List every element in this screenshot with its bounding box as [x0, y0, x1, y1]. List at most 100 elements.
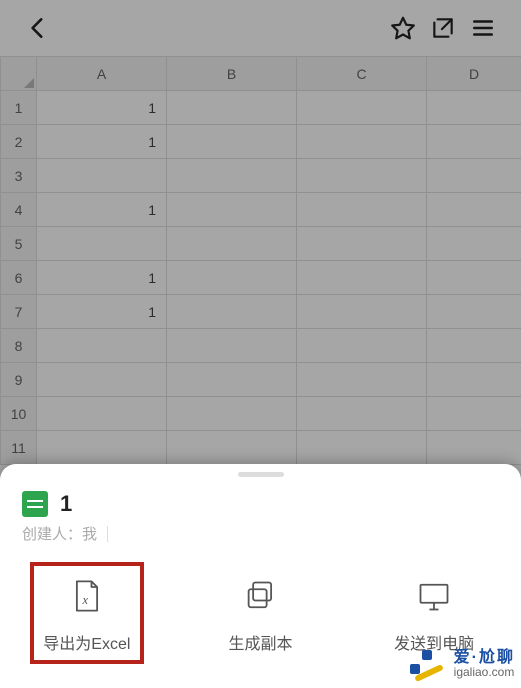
table-row: 21	[1, 125, 521, 159]
row-header[interactable]: 6	[1, 261, 37, 295]
col-header-A[interactable]: A	[37, 57, 167, 91]
table-row: 10	[1, 397, 521, 431]
cell[interactable]	[167, 227, 297, 261]
cell[interactable]	[37, 363, 167, 397]
row-header[interactable]: 8	[1, 329, 37, 363]
action-label: 发送到电脑	[394, 630, 474, 654]
row-header[interactable]: 2	[1, 125, 37, 159]
table-row: 41	[1, 193, 521, 227]
select-all-corner[interactable]	[1, 57, 37, 91]
cell[interactable]	[297, 227, 427, 261]
duplicate-icon	[243, 578, 279, 614]
favorite-button[interactable]	[383, 8, 423, 48]
cell[interactable]	[427, 295, 521, 329]
cell[interactable]	[427, 91, 521, 125]
export-excel-button[interactable]: x 导出为Excel	[0, 576, 174, 654]
table-row: 11	[1, 431, 521, 465]
sheet-grabber[interactable]	[238, 472, 284, 477]
table-row: 5	[1, 227, 521, 261]
cell[interactable]	[297, 295, 427, 329]
cell[interactable]	[167, 193, 297, 227]
table-row: 8	[1, 329, 521, 363]
table-row: 71	[1, 295, 521, 329]
cell[interactable]	[167, 329, 297, 363]
cell[interactable]: 1	[37, 193, 167, 227]
cell[interactable]	[427, 261, 521, 295]
cell[interactable]	[167, 159, 297, 193]
cell[interactable]	[167, 125, 297, 159]
cell[interactable]	[37, 227, 167, 261]
col-header-B[interactable]: B	[167, 57, 297, 91]
cell[interactable]	[167, 397, 297, 431]
svg-text:x: x	[81, 593, 88, 607]
row-header[interactable]: 3	[1, 159, 37, 193]
file-title: 1	[60, 491, 72, 517]
cell[interactable]	[167, 261, 297, 295]
cell[interactable]	[297, 125, 427, 159]
table-row: 3	[1, 159, 521, 193]
cell[interactable]	[37, 431, 167, 465]
cell[interactable]	[167, 295, 297, 329]
cell[interactable]	[37, 329, 167, 363]
actions-row: x 导出为Excel 生成副本 发送到电脑	[0, 558, 521, 658]
file-header: 1	[0, 485, 521, 519]
cell[interactable]	[37, 397, 167, 431]
cell[interactable]	[167, 91, 297, 125]
cell[interactable]	[297, 329, 427, 363]
cell[interactable]	[297, 91, 427, 125]
send-to-pc-button[interactable]: 发送到电脑	[347, 576, 521, 654]
spreadsheet-file-icon	[22, 491, 48, 517]
chevron-left-icon	[25, 15, 51, 41]
cell[interactable]	[297, 159, 427, 193]
cell[interactable]: 1	[37, 125, 167, 159]
action-sheet: 1 创建人：我 x 导出为Excel 生成副本	[0, 464, 521, 688]
row-header[interactable]: 11	[1, 431, 37, 465]
menu-button[interactable]	[463, 8, 503, 48]
table-row: 11	[1, 91, 521, 125]
cell[interactable]: 1	[37, 91, 167, 125]
row-header[interactable]: 4	[1, 193, 37, 227]
row-header[interactable]: 9	[1, 363, 37, 397]
star-icon	[390, 15, 416, 41]
cell[interactable]: 1	[37, 261, 167, 295]
creator-row: 创建人：我	[0, 519, 521, 558]
cell[interactable]	[427, 159, 521, 193]
file-excel-icon: x	[69, 578, 105, 614]
cell[interactable]	[427, 193, 521, 227]
cell[interactable]	[427, 397, 521, 431]
cell[interactable]	[167, 363, 297, 397]
row-header[interactable]: 1	[1, 91, 37, 125]
back-button[interactable]	[18, 8, 58, 48]
make-copy-button[interactable]: 生成副本	[174, 576, 348, 654]
open-external-icon	[430, 15, 456, 41]
cell[interactable]	[427, 125, 521, 159]
row-header[interactable]: 7	[1, 295, 37, 329]
action-label: 生成副本	[229, 630, 293, 654]
col-header-C[interactable]: C	[297, 57, 427, 91]
cell[interactable]	[297, 431, 427, 465]
cell[interactable]	[427, 227, 521, 261]
divider	[107, 526, 108, 542]
row-header[interactable]: 5	[1, 227, 37, 261]
spreadsheet-grid[interactable]: A B C D 11 21 3 41 5 61 71 8 9 10 11	[0, 56, 521, 465]
cell[interactable]	[297, 261, 427, 295]
monitor-icon	[416, 578, 452, 614]
row-header[interactable]: 10	[1, 397, 37, 431]
table-row: 9	[1, 363, 521, 397]
cell[interactable]	[297, 397, 427, 431]
cell[interactable]	[427, 363, 521, 397]
open-external-button[interactable]	[423, 8, 463, 48]
cell[interactable]	[427, 431, 521, 465]
creator-label: 创建人：我	[22, 523, 97, 544]
cell[interactable]	[167, 431, 297, 465]
top-bar	[0, 0, 521, 56]
action-label: 导出为Excel	[43, 630, 130, 654]
hamburger-icon	[470, 15, 496, 41]
cell[interactable]	[297, 363, 427, 397]
cell[interactable]	[297, 193, 427, 227]
cell[interactable]: 1	[37, 295, 167, 329]
table-row: 61	[1, 261, 521, 295]
col-header-D[interactable]: D	[427, 57, 521, 91]
cell[interactable]	[37, 159, 167, 193]
cell[interactable]	[427, 329, 521, 363]
